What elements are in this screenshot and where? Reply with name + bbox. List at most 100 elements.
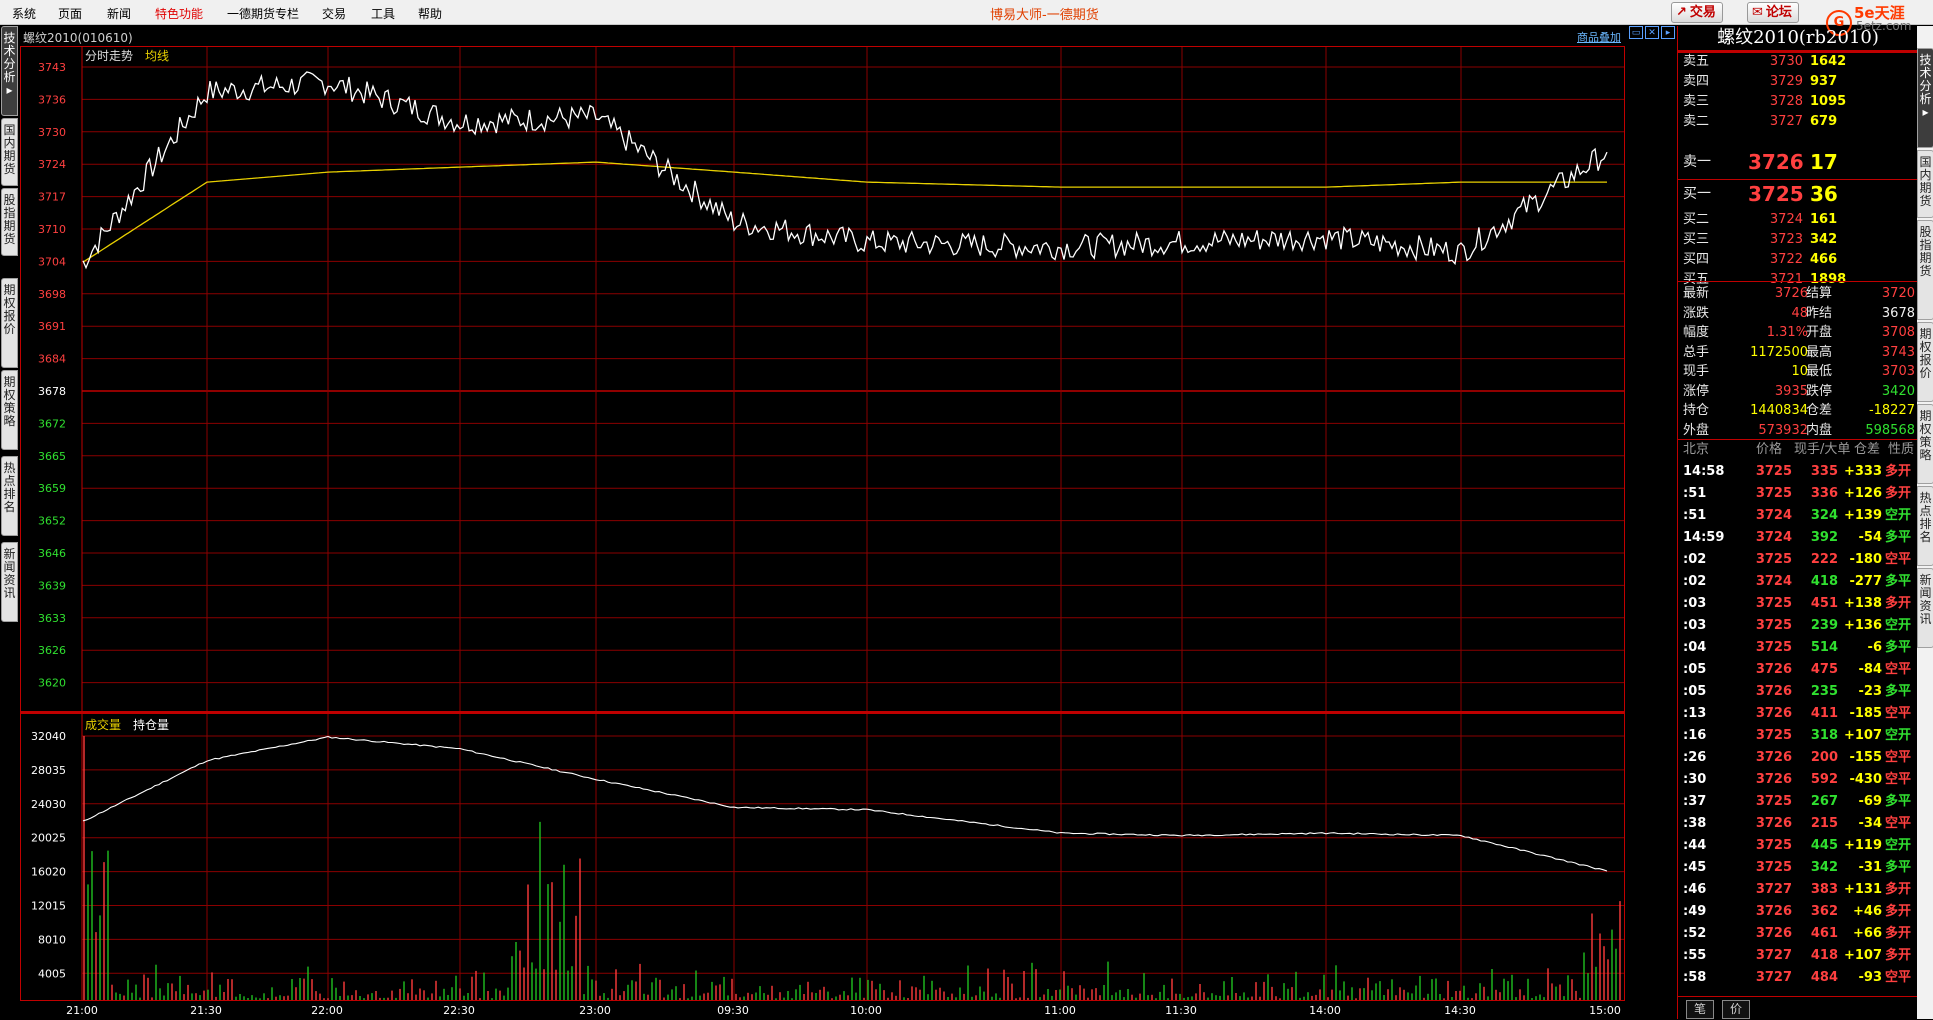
tick-nature: 多开 <box>1885 926 1912 941</box>
menu-trade[interactable]: 交易 <box>322 5 346 22</box>
stat-value: 1.31% <box>1766 325 1808 340</box>
right-tab-index-futures[interactable]: 股指期货 <box>1917 220 1933 320</box>
ask-price: 3726 <box>1748 150 1804 174</box>
menu-column[interactable]: 一德期货专栏 <box>227 5 299 22</box>
tick-row[interactable]: :04 3725 514 -6 多平 <box>1678 637 1918 659</box>
stat-label: 结算 <box>1806 286 1833 301</box>
tab-by-price[interactable]: 价 <box>1722 1000 1750 1019</box>
price-panel[interactable]: 3743 3736 3730 3724 3717 3710 3704 3698 3691 3684… <box>20 46 1625 712</box>
trade-button[interactable]: ↗ 交易 <box>1671 2 1723 23</box>
tick-row[interactable]: :30 3726 592 -430 空平 <box>1678 769 1918 791</box>
tick-time: :16 <box>1683 728 1707 743</box>
tick-volume: 411 <box>1810 706 1838 721</box>
tick-row[interactable]: :05 3726 475 -84 空平 <box>1678 659 1918 681</box>
tick-row[interactable]: :37 3725 267 -69 多平 <box>1678 791 1918 813</box>
tick-nature: 多平 <box>1885 860 1912 875</box>
tick-row[interactable]: :03 3725 451 +138 多开 <box>1678 593 1918 615</box>
tick-volume: 461 <box>1810 926 1838 941</box>
tick-row[interactable]: :16 3725 318 +107 空开 <box>1678 725 1918 747</box>
menu-help[interactable]: 帮助 <box>418 5 442 22</box>
overlay-link[interactable]: 商品叠加 <box>1577 29 1621 45</box>
tick-row[interactable]: :55 3727 418 +107 多开 <box>1678 945 1918 967</box>
ask-label: 卖二 <box>1683 114 1710 129</box>
tick-row[interactable]: :44 3725 445 +119 空开 <box>1678 835 1918 857</box>
time-tick-label: 14:30 <box>1444 1004 1476 1017</box>
tick-time: :51 <box>1683 486 1707 501</box>
tick-row[interactable]: :13 3726 411 -185 空平 <box>1678 703 1918 725</box>
tick-price: 3725 <box>1755 860 1792 875</box>
side-tab-index-futures[interactable]: 股指期货 <box>1 188 18 256</box>
tick-volume: 215 <box>1810 816 1838 831</box>
menu-features[interactable]: 特色功能 <box>155 5 203 22</box>
tick-diff: +107 <box>1843 948 1882 963</box>
tick-row[interactable]: 14:58 3725 335 +333 多开 <box>1678 461 1918 483</box>
tick-time: :03 <box>1683 618 1707 633</box>
side-tab-domestic-futures[interactable]: 国内期货 <box>1 118 18 186</box>
chat-icon: ✉ <box>1752 5 1763 20</box>
menu-page[interactable]: 页面 <box>58 5 82 22</box>
volume-panel[interactable]: 3204028035240302002516020120158010400514… <box>20 712 1625 1001</box>
tick-time: :38 <box>1683 816 1707 831</box>
menu-news[interactable]: 新闻 <box>107 5 131 22</box>
right-tab-option-strategy[interactable]: 期权策略 <box>1917 404 1933 484</box>
close-icon[interactable]: ✕ <box>1645 26 1659 39</box>
tick-diff: +46 <box>1853 904 1882 919</box>
tick-diff: -155 <box>1849 750 1882 765</box>
price-tick-label: 3704 <box>38 255 66 268</box>
tick-row[interactable]: 14:59 3724 392 -54 多平 <box>1678 527 1918 549</box>
tick-diff: +131 <box>1843 882 1882 897</box>
tick-row[interactable]: :03 3725 239 +136 空开 <box>1678 615 1918 637</box>
tick-nature: 多平 <box>1885 640 1912 655</box>
tick-nature: 空平 <box>1885 750 1912 765</box>
side-tab-hot-rank[interactable]: 热点排名 <box>1 456 18 536</box>
tick-row[interactable]: :26 3726 200 -155 空平 <box>1678 747 1918 769</box>
tick-row[interactable]: :51 3725 336 +126 多开 <box>1678 483 1918 505</box>
tab-by-trade[interactable]: 笔 <box>1686 1000 1714 1019</box>
tick-row[interactable]: :45 3725 342 -31 多平 <box>1678 857 1918 879</box>
stat-row: 外盘 573932 内盘 598568 <box>1678 421 1918 441</box>
right-tab-technical[interactable]: 技术分析 ▸ <box>1917 48 1933 148</box>
tick-nature: 多开 <box>1885 904 1912 919</box>
tick-time: :49 <box>1683 904 1707 919</box>
menu-system[interactable]: 系统 <box>12 5 36 22</box>
side-tab-technical[interactable]: 技术分析 ▸ <box>1 26 18 116</box>
tick-row[interactable]: :02 3725 222 -180 空平 <box>1678 549 1918 571</box>
side-tab-label: 期权策略 <box>1919 409 1932 462</box>
bid-label: 买四 <box>1683 252 1710 267</box>
time-tick-label: 14:00 <box>1309 1004 1341 1017</box>
tick-diff: +138 <box>1843 596 1882 611</box>
tick-row[interactable]: :46 3727 383 +131 多开 <box>1678 879 1918 901</box>
right-tab-news[interactable]: 新闻资讯 <box>1917 568 1933 648</box>
forum-button[interactable]: ✉ 论坛 <box>1747 2 1799 23</box>
tick-row[interactable]: :51 3724 324 +139 空开 <box>1678 505 1918 527</box>
ask-row: 卖三 3728 1095 <box>1678 92 1918 112</box>
side-tab-news[interactable]: 新闻资讯 <box>1 542 18 622</box>
tick-price: 3727 <box>1755 948 1792 963</box>
stat-value: 3703 <box>1881 364 1915 379</box>
tick-row[interactable]: :02 3724 418 -277 多平 <box>1678 571 1918 593</box>
tick-row[interactable]: :58 3727 484 -93 空平 <box>1678 967 1918 989</box>
time-tick-label: 11:00 <box>1044 1004 1076 1017</box>
stat-label: 涨停 <box>1683 383 1710 399</box>
right-tab-option-quotes[interactable]: 期权报价 <box>1917 322 1933 402</box>
menu-tools[interactable]: 工具 <box>371 5 395 22</box>
tick-diff: -34 <box>1858 816 1883 831</box>
tick-nature: 多平 <box>1885 530 1912 545</box>
side-tab-option-strategy[interactable]: 期权策略 <box>1 370 18 450</box>
stat-value: 3720 <box>1881 286 1915 301</box>
bid-volume: 466 <box>1810 252 1838 267</box>
stat-value: 1440834 <box>1750 403 1808 418</box>
tick-row[interactable]: :05 3726 235 -23 多平 <box>1678 681 1918 703</box>
tick-row[interactable]: :38 3726 215 -34 空平 <box>1678 813 1918 835</box>
tick-time: :30 <box>1683 772 1707 787</box>
right-tab-hot-rank[interactable]: 热点排名 <box>1917 486 1933 566</box>
tick-price: 3726 <box>1755 750 1792 765</box>
right-tab-domestic-futures[interactable]: 国内期货 <box>1917 150 1933 218</box>
restore-icon[interactable]: ▭ <box>1629 26 1643 39</box>
side-tab-option-quotes[interactable]: 期权报价 <box>1 278 18 368</box>
tick-nature: 空平 <box>1885 970 1912 985</box>
arrow-right-icon[interactable]: ▸ <box>1661 26 1675 39</box>
tick-row[interactable]: :52 3726 461 +66 多开 <box>1678 923 1918 945</box>
tick-row[interactable]: :49 3726 362 +46 多开 <box>1678 901 1918 923</box>
tick-diff: +119 <box>1843 838 1882 853</box>
